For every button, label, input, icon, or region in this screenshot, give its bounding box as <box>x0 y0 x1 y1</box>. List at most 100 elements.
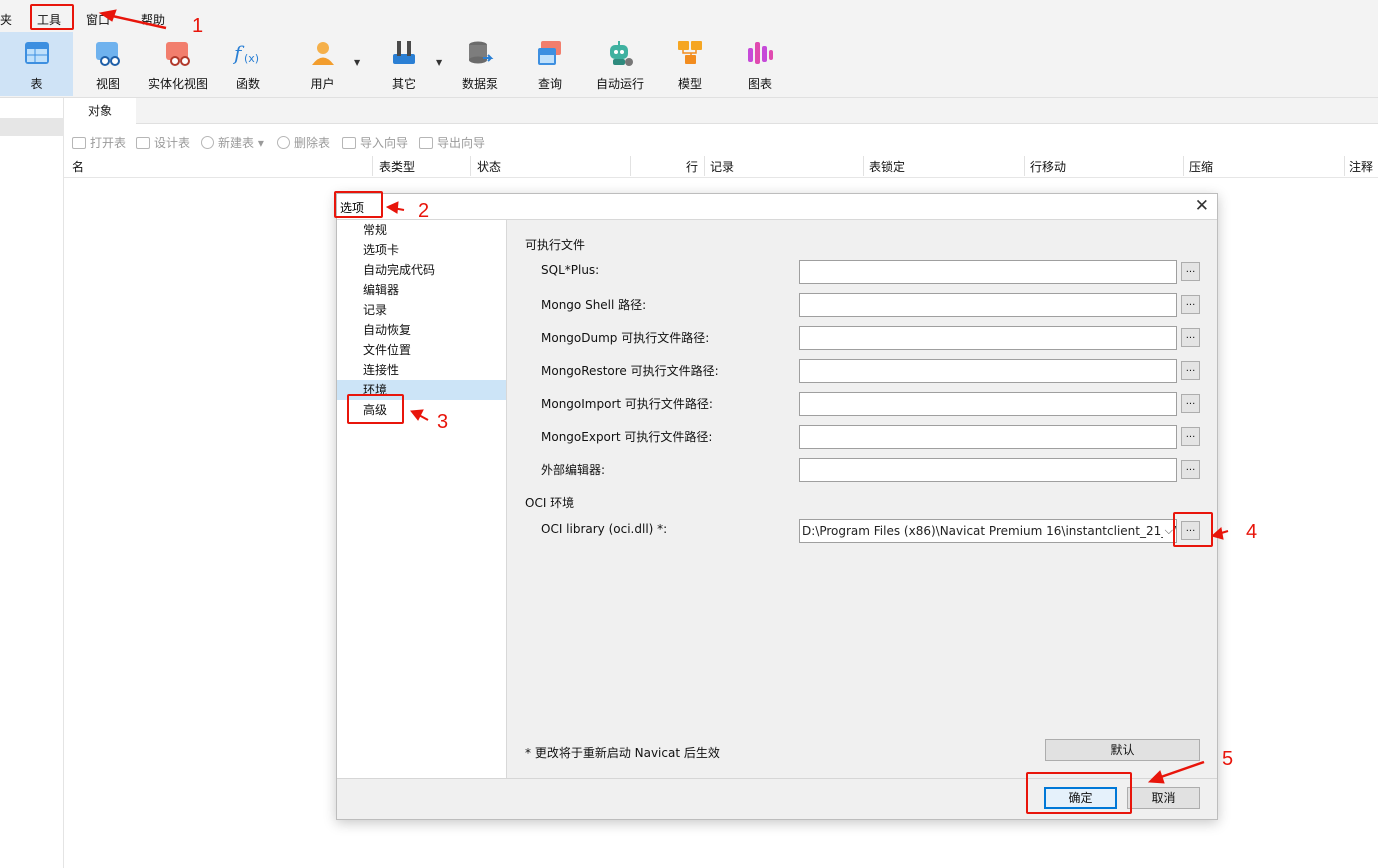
default-button[interactable]: 默认 <box>1045 739 1200 761</box>
chevron-down-icon[interactable]: ▼ <box>354 58 360 67</box>
nav-item-editor[interactable]: 编辑器 <box>337 280 506 300</box>
tree-selected-row[interactable] <box>0 118 64 136</box>
minus-circle-icon <box>277 136 290 149</box>
toolbar-data-pump-button[interactable]: 数据泵 <box>450 32 510 96</box>
chevron-down-icon[interactable]: ▼ <box>436 58 442 67</box>
toolbar-automation-button[interactable]: 自动运行 <box>590 32 650 96</box>
delete-table-label: 删除表 <box>294 136 331 150</box>
dialog-titlebar[interactable]: 选项 ✕ <box>337 194 1217 220</box>
column-table-type[interactable]: 表类型 <box>379 158 415 175</box>
mongoexport-path-input[interactable] <box>799 425 1177 449</box>
toolbar-other-label: 其它 <box>391 77 416 91</box>
mongoexport-label: MongoExport 可执行文件路径: <box>541 430 713 444</box>
external-editor-browse-button[interactable]: ... <box>1181 460 1200 479</box>
section-oci-environment: OCI 环境 <box>525 496 575 510</box>
nav-item-file-location[interactable]: 文件位置 <box>337 340 506 360</box>
delete-table-button[interactable]: 删除表 <box>277 134 330 151</box>
new-table-label: 新建表 <box>218 136 255 150</box>
mongodump-browse-button[interactable]: ... <box>1181 328 1200 347</box>
import-wizard-label: 导入向导 <box>360 136 409 150</box>
sqlplus-browse-button[interactable]: ... <box>1181 262 1200 281</box>
navicat-window: 夹 工具 窗口 帮助 表 视图 实体化视图 f (x) 函数 用户 ▼ 其它 ▼… <box>0 0 1378 868</box>
environment-panel: 可执行文件 SQL*Plus: ... Mongo Shell 路径: ... … <box>508 220 1217 778</box>
toolbar-query-label: 查询 <box>537 77 562 91</box>
chevron-down-icon[interactable]: ⌵ <box>1162 520 1173 542</box>
annotation-highlight-advanced <box>347 394 404 424</box>
mongorestore-browse-button[interactable]: ... <box>1181 361 1200 380</box>
column-compression[interactable]: 压缩 <box>1189 158 1213 175</box>
mongorestore-path-input[interactable] <box>799 359 1177 383</box>
annotation-number-1: 1 <box>192 15 204 37</box>
nav-item-auto-recovery[interactable]: 自动恢复 <box>337 320 506 340</box>
toolbar-function-label: 函数 <box>235 77 260 91</box>
export-wizard-button[interactable]: 导出向导 <box>419 134 485 151</box>
column-status[interactable]: 状态 <box>477 158 501 175</box>
export-icon <box>419 137 433 149</box>
import-wizard-button[interactable]: 导入向导 <box>342 134 408 151</box>
nav-item-autocomplete[interactable]: 自动完成代码 <box>337 260 506 280</box>
menu-help[interactable]: 帮助 <box>141 11 165 28</box>
nav-item-tabs[interactable]: 选项卡 <box>337 240 506 260</box>
annotation-number-2: 2 <box>418 200 430 222</box>
toolbar-view-button[interactable]: 视图 <box>78 32 138 96</box>
toolbar-query-button[interactable]: 查询 <box>520 32 580 96</box>
nav-item-records[interactable]: 记录 <box>337 300 506 320</box>
toolbar-materialized-view-button[interactable]: 实体化视图 <box>143 32 213 96</box>
mongodump-label: MongoDump 可执行文件路径: <box>541 331 710 345</box>
materialized-view-icon <box>166 42 190 66</box>
restart-note: * 更改将于重新启动 Navicat 后生效 <box>525 746 720 760</box>
cancel-button[interactable]: 取消 <box>1127 787 1200 809</box>
column-row-movement[interactable]: 行移动 <box>1030 158 1066 175</box>
data-pump-icon <box>469 41 494 64</box>
mongo-shell-browse-button[interactable]: ... <box>1181 295 1200 314</box>
toolbar-model-label: 模型 <box>677 77 702 91</box>
tab-strip: 对象 <box>64 98 1378 124</box>
toolbar-chart-button[interactable]: 图表 <box>730 32 790 96</box>
close-icon[interactable]: ✕ <box>1195 196 1209 216</box>
open-table-button[interactable]: 打开表 <box>72 134 126 151</box>
oci-library-label: OCI library (oci.dll) *: <box>541 522 668 536</box>
annotation-number-5: 5 <box>1222 748 1234 770</box>
tab-objects[interactable]: 对象 <box>64 98 136 124</box>
mongoimport-path-input[interactable] <box>799 392 1177 416</box>
column-rows[interactable]: 行 <box>686 158 698 175</box>
column-records[interactable]: 记录 <box>710 158 734 175</box>
sqlplus-label: SQL*Plus: <box>541 263 600 277</box>
nav-item-connectivity[interactable]: 连接性 <box>337 360 506 380</box>
pencil-icon <box>136 137 150 149</box>
mongoimport-browse-button[interactable]: ... <box>1181 394 1200 413</box>
external-editor-path-input[interactable] <box>799 458 1177 482</box>
column-table-lock[interactable]: 表锁定 <box>869 158 905 175</box>
column-name[interactable]: 名 <box>72 158 84 175</box>
options-dialog: 选项 ✕ 常规 选项卡 自动完成代码 编辑器 记录 自动恢复 文件位置 连接性 … <box>336 193 1218 820</box>
toolbar-materialized-view-label: 实体化视图 <box>147 77 208 91</box>
nav-item-general[interactable]: 常规 <box>337 220 506 240</box>
export-wizard-label: 导出向导 <box>437 136 486 150</box>
tools-icon <box>393 41 415 64</box>
mongo-shell-path-input[interactable] <box>799 293 1177 317</box>
user-icon <box>311 42 334 65</box>
object-action-bar: 打开表 设计表 新建表 ▾ 删除表 导入向导 导出向导 <box>64 129 1378 153</box>
oci-library-value: D:\Program Files (x86)\Navicat Premium 1… <box>802 524 1177 538</box>
column-comment[interactable]: 注释 <box>1349 158 1373 175</box>
annotation-number-3: 3 <box>437 411 449 433</box>
menu-favorites[interactable]: 夹 <box>0 11 12 28</box>
annotation-highlight-tools-menu <box>30 4 74 30</box>
annotation-highlight-ok <box>1026 772 1132 814</box>
menu-window[interactable]: 窗口 <box>86 11 110 28</box>
sqlplus-path-input[interactable] <box>799 260 1177 284</box>
design-table-button[interactable]: 设计表 <box>136 134 190 151</box>
toolbar-table-button[interactable]: 表 <box>0 32 73 96</box>
connection-tree[interactable] <box>0 98 64 868</box>
toolbar-user-button[interactable]: 用户 ▼ <box>292 32 367 96</box>
oci-library-combo[interactable]: D:\Program Files (x86)\Navicat Premium 1… <box>799 519 1177 543</box>
external-editor-label: 外部编辑器: <box>541 463 606 477</box>
toolbar-other-button[interactable]: 其它 ▼ <box>375 32 447 96</box>
toolbar-function-button[interactable]: f (x) 函数 <box>218 32 278 96</box>
annotation-highlight-oci-browse <box>1173 512 1213 547</box>
toolbar-model-button[interactable]: 模型 <box>660 32 720 96</box>
mongodump-path-input[interactable] <box>799 326 1177 350</box>
new-table-button[interactable]: 新建表 ▾ <box>201 134 264 151</box>
robot-icon <box>610 41 633 66</box>
mongoexport-browse-button[interactable]: ... <box>1181 427 1200 446</box>
